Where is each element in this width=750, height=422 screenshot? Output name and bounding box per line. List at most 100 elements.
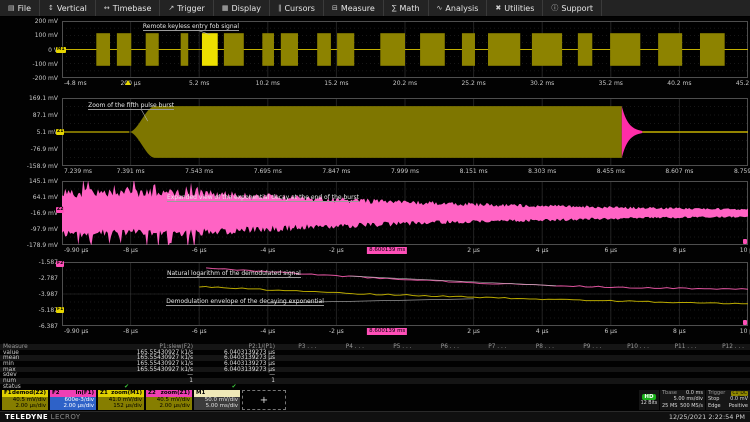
descriptor-header: Z1zoom(M1) (98, 390, 144, 397)
x-tick-m1: 45.2 ms (736, 80, 750, 87)
x-tick-z1: 8.607 ms (665, 168, 693, 175)
clock: 12/25/2021 2:22:54 PM (669, 413, 745, 421)
annotation: Demodulation envelope of the decaying ex… (166, 298, 324, 306)
horizontal-scale: 2.00 µs/div (4, 403, 46, 409)
menu-item-vertical[interactable]: ↕Vertical (40, 0, 96, 16)
menu-item-measure[interactable]: ⊟Measure (324, 0, 384, 16)
menu-item-label: Timebase (113, 4, 152, 13)
horizontal-reference-badge: 8.600139 ms (367, 247, 407, 254)
measure-column-header[interactable]: P11 . . . (655, 344, 703, 350)
measure-column-header[interactable]: P5 . . . (370, 344, 418, 350)
right-edge-marker (743, 320, 747, 325)
trace-offset-tag-m1[interactable]: M1 (56, 47, 66, 53)
horizontal-scale: 152 µs/div (100, 403, 142, 409)
x-tick-z2: -8 µs (123, 247, 138, 254)
menu-item-file[interactable]: ▤File (0, 0, 40, 16)
x-tick-z1: 8.303 ms (528, 168, 556, 175)
timebase-descriptor[interactable]: Tbase 0.0 ms 5.00 ms/div 25 MS 500 MS/s (660, 390, 705, 410)
annotation: Expanded view of the exponential decay a… (167, 194, 359, 202)
y-tick-f2: -1.587 (0, 259, 58, 266)
trace-offset-tag-z1[interactable]: Z1 (56, 129, 64, 135)
trace-offset-tag-f2[interactable]: F2 (56, 261, 64, 267)
measure-column-header[interactable]: P3 . . . (275, 344, 323, 350)
utilities-icon: ✖ (495, 4, 501, 12)
timebase-icon: ↔ (104, 4, 110, 12)
x-tick-f2: 4 µs (536, 328, 549, 335)
x-tick-m1: -4.8 ms (64, 80, 87, 87)
x-tick-z2: -4 µs (260, 247, 275, 254)
measure-column-header[interactable]: P12 . . . (703, 344, 750, 350)
menu-item-timebase[interactable]: ↔Timebase (96, 0, 161, 16)
y-tick-m1: -100 mV (0, 61, 58, 68)
horizontal-scale: 2.00 µs/div (52, 403, 94, 409)
x-tick-z2: 6 µs (604, 247, 617, 254)
trace-descriptor-m1[interactable]: M150.0 mV/div5.00 ms/div (194, 390, 240, 410)
menu-item-cursors[interactable]: ∥Cursors (270, 0, 324, 16)
oscilloscope-screen: ▤File↕Vertical↔Timebase↗Trigger▦Display∥… (0, 0, 750, 422)
y-tick-z2: -97.9 mV (0, 226, 58, 233)
x-tick-z2: -9.90 µs (64, 247, 88, 254)
menu-item-math[interactable]: ∑Math (384, 0, 429, 16)
trace-descriptor-z2[interactable]: Z2zoom(Z1)40.5 mV/div2.00 µs/div (146, 390, 192, 410)
x-tick-f2: -9.90 µs (64, 328, 88, 335)
descriptor-body: 40.5 mV/div2.00 µs/div (146, 397, 192, 410)
vertical-icon: ↕ (48, 4, 54, 12)
y-tick-z1: 87.1 mV (0, 112, 58, 119)
measure-column-header[interactable]: P4 . . . (323, 344, 371, 350)
y-tick-z2: -178.9 mV (0, 242, 58, 249)
measure-column-header[interactable]: P8 . . . (513, 344, 561, 350)
trace-descriptor-bar: F1demod(Z2)40.5 mV/div2.00 µs/divF2ln(F1… (2, 390, 286, 410)
descriptor-body: 50.0 mV/div5.00 ms/div (194, 397, 240, 410)
horizontal-scale: 5.00 ms/div (196, 403, 238, 409)
display-icon: ▦ (222, 4, 229, 12)
add-trace-button[interactable]: + (242, 390, 286, 410)
trigger-descriptor[interactable]: Trigger C1DC Stop 0.0 mV Edge Positive (706, 390, 750, 410)
menu-item-label: Vertical (57, 4, 87, 13)
y-tick-z1: 5.1 mV (0, 129, 58, 136)
menu-item-trigger[interactable]: ↗Trigger (160, 0, 213, 16)
status-bar: TELEDYNE LECROY 12/25/2021 2:22:54 PM (0, 411, 750, 422)
x-tick-z1: 7.391 ms (117, 168, 145, 175)
menu-item-label: Trigger (177, 4, 205, 13)
trigger-position-marker[interactable] (125, 80, 131, 85)
y-tick-f2: -2.787 (0, 275, 58, 282)
menu-item-utilities[interactable]: ✖Utilities (487, 0, 543, 16)
y-tick-m1: -200 mV (0, 75, 58, 82)
grid-z2[interactable] (62, 181, 748, 245)
y-tick-f2: -3.987 (0, 291, 58, 298)
annotation: Remote keyless entry fob signal (143, 23, 239, 31)
y-tick-m1: 200 mV (0, 18, 58, 25)
measure-column-header[interactable]: P9 . . . (560, 344, 608, 350)
descriptor-header: Z2zoom(Z1) (146, 390, 192, 397)
measure-column-header[interactable]: P7 . . . (465, 344, 513, 350)
x-tick-m1: 30.2 ms (530, 80, 554, 87)
file-icon: ▤ (8, 4, 15, 12)
y-tick-z1: 169.1 mV (0, 95, 58, 102)
trace-offset-tag-z2[interactable]: Z2 (56, 207, 64, 213)
trace-offset-tag-f1[interactable]: F1 (56, 307, 64, 313)
menu-item-support[interactable]: ⓘSupport (543, 0, 602, 16)
trace-descriptor-f1[interactable]: F1demod(Z2)40.5 mV/div2.00 µs/div (2, 390, 48, 410)
trace-descriptor-f2[interactable]: F2ln(F1)600e-3/div2.00 µs/div (50, 390, 96, 410)
x-tick-f2: 8 µs (673, 328, 686, 335)
y-tick-z2: -16.9 mV (0, 210, 58, 217)
y-tick-m1: 0 V (0, 47, 58, 54)
measure-column-header[interactable]: P6 . . . (418, 344, 466, 350)
math-icon: ∑ (392, 4, 397, 12)
trace-id: F1 (4, 390, 12, 397)
x-tick-f2: -2 µs (329, 328, 344, 335)
menu-item-display[interactable]: ▦Display (214, 0, 270, 16)
trigger-type: Edge (708, 404, 721, 410)
x-tick-z1: 7.239 ms (64, 168, 92, 175)
trace-descriptor-z1[interactable]: Z1zoom(M1)41.0 mV/div152 µs/div (98, 390, 144, 410)
horizontal-scale: 2.00 µs/div (148, 403, 190, 409)
x-tick-m1: 35.2 ms (599, 80, 623, 87)
menu-item-analysis[interactable]: ∿Analysis (429, 0, 488, 16)
x-tick-z1: 7.847 ms (322, 168, 350, 175)
trace-id: Z2 (148, 390, 156, 397)
measure-column-header[interactable]: P10 . . . (608, 344, 656, 350)
y-tick-z2: 145.1 mV (0, 178, 58, 185)
trace-function: ln(F1) (76, 390, 94, 397)
menu-item-label: Support (561, 4, 593, 13)
grid-f2[interactable] (62, 262, 748, 326)
